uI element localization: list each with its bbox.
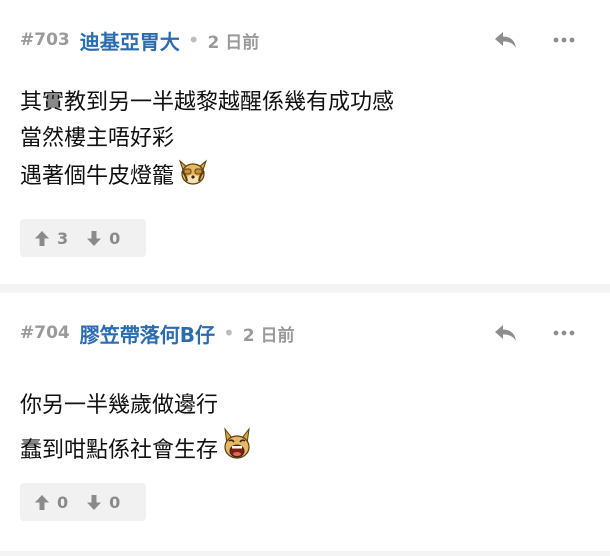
comment-line: 其實教到另一半越黎越醒係幾有成功感 [20,90,395,115]
comment-number[interactable]: #704 [20,323,70,343]
comment-time: 2 日前 [242,325,295,346]
upvote-count: 0 [57,492,69,512]
header-separator: • [187,28,200,52]
vote-bar: 3 0 [20,219,146,257]
comment-704: #704 膠笠帶落何B仔 • 2 日前 你另一半幾歲做邊行 蠢到咁點係社會生存 [0,293,610,551]
upvote-count: 3 [57,228,69,248]
reply-icon[interactable] [492,28,520,52]
comment-header: #704 膠笠帶落何B仔 • 2 日前 [20,319,590,347]
comment-time: 2 日前 [207,32,260,53]
comment-line-with-emoji: 蠢到咁點係社會生存 [20,427,590,472]
comment-header: #703 迪基亞胃大 • 2 日前 [20,26,590,54]
downvote-icon [87,494,102,510]
comment-line: 蠢到咁點係社會生存 [20,438,219,463]
dog-laughing-emoji [224,427,250,459]
comment-line-with-emoji: 遇著個牛皮燈籠 [20,157,590,195]
comment-line: 當然樓主唔好彩 [20,126,175,151]
comment-actions [492,26,578,54]
upvote-button[interactable]: 3 [34,229,68,248]
comment-username[interactable]: 迪基亞胃大 [80,26,180,55]
downvote-count: 0 [109,492,121,512]
comment-body: 其實教到另一半越黎越醒係幾有成功感 當然樓主唔好彩 遇著個牛皮燈籠 [20,85,590,195]
vote-bar: 0 0 [20,483,146,521]
more-icon[interactable] [550,28,578,52]
comment-number[interactable]: #703 [20,30,70,50]
reply-icon[interactable] [492,321,520,345]
comment-line: 遇著個牛皮燈籠 [20,164,175,189]
comment-actions [492,319,578,347]
comment-username[interactable]: 膠笠帶落何B仔 [80,319,215,348]
downvote-button[interactable]: 0 [86,229,120,248]
upvote-icon [35,230,49,246]
upvote-button[interactable]: 0 [34,493,68,512]
comment-line: 你另一半幾歲做邊行 [20,393,219,418]
comment-703: #703 迪基亞胃大 • 2 日前 其實教到另一半越黎越醒係幾有成功感 當然樓主… [0,0,610,284]
dog-covering-face-emoji [178,159,208,185]
downvote-count: 0 [109,228,121,248]
downvote-icon [87,230,102,246]
downvote-button[interactable]: 0 [86,493,120,512]
more-icon[interactable] [550,321,578,345]
comment-body: 你另一半幾歲做邊行 蠢到咁點係社會生存 [20,385,590,472]
header-separator: • [222,321,235,345]
upvote-icon [35,494,49,510]
